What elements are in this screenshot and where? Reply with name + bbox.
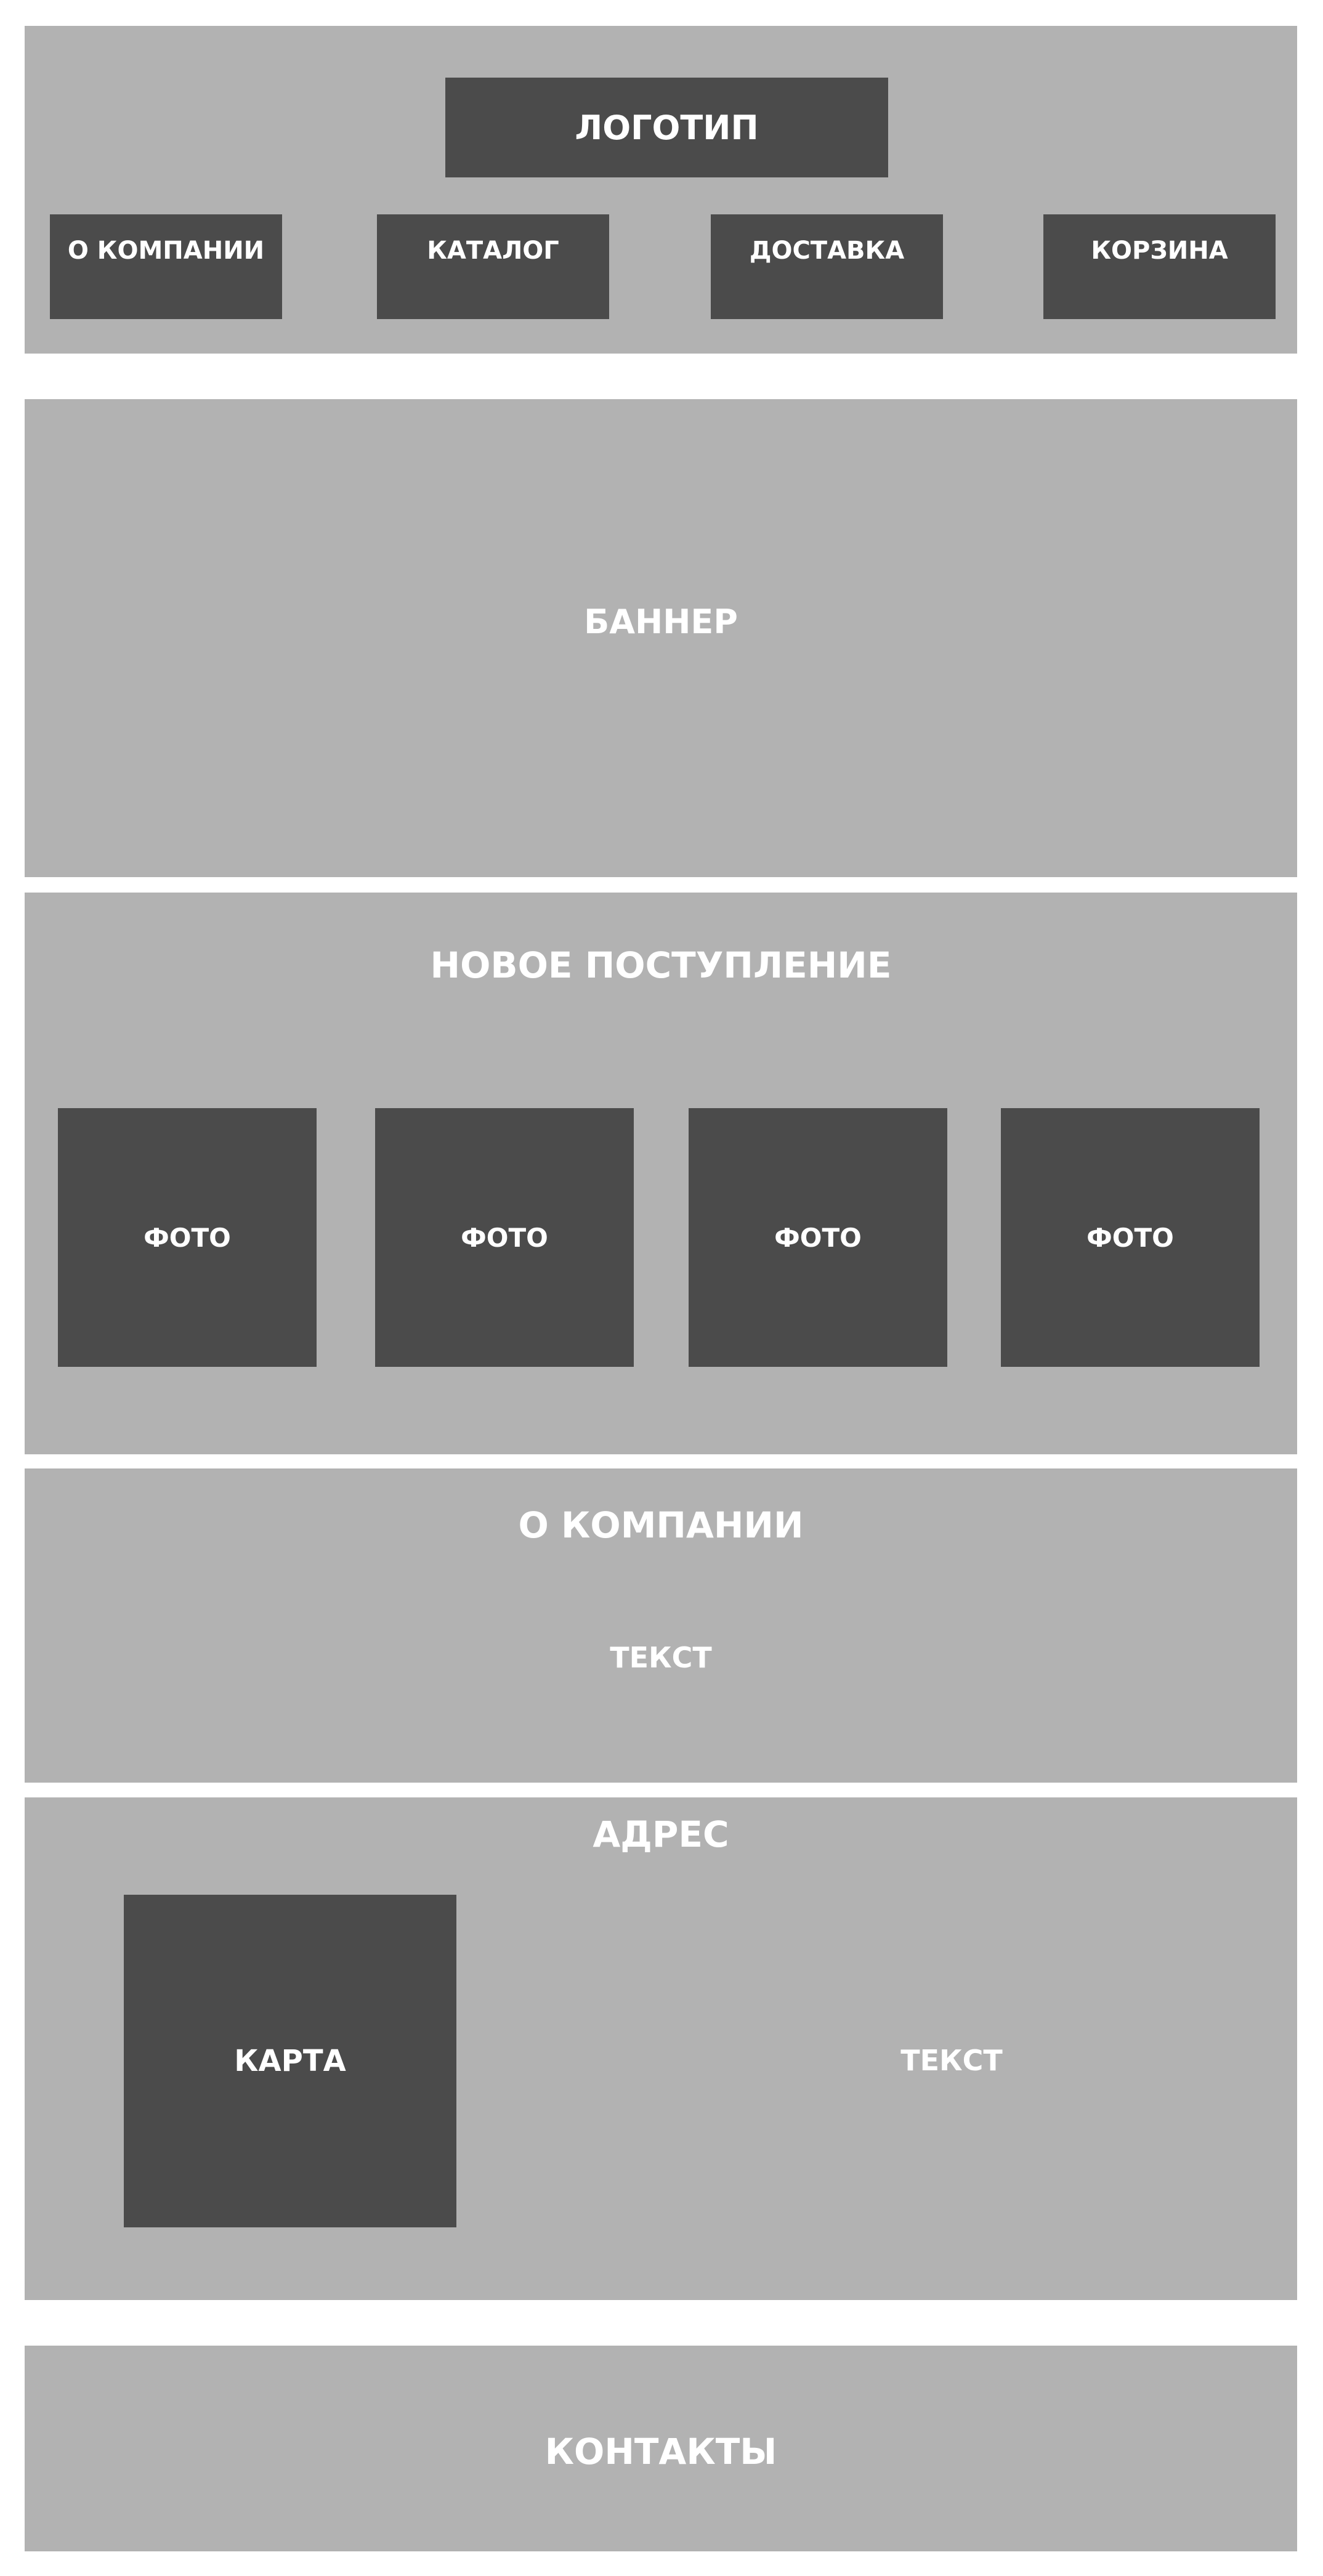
nav-item-about[interactable]: О КОМПАНИИ <box>50 214 282 319</box>
banner-label: БАННЕР <box>584 602 738 641</box>
nav-item-label: КАТАЛОГ <box>427 237 559 265</box>
section-title: АДРЕС <box>593 1813 729 1855</box>
new-arrivals-section: НОВОЕ ПОСТУПЛЕНИЕ ФОТО ФОТО ФОТО ФОТО <box>25 893 1297 1454</box>
contacts-section: КОНТАКТЫ <box>25 2346 1297 2551</box>
section-title: НОВОЕ ПОСТУПЛЕНИЕ <box>430 944 892 986</box>
nav-item-label: ДОСТАВКА <box>749 237 905 265</box>
product-photo[interactable]: ФОТО <box>689 1108 947 1367</box>
nav-item-delivery[interactable]: ДОСТАВКА <box>711 214 943 319</box>
product-photo[interactable]: ФОТО <box>1001 1108 1260 1367</box>
logo-label: ЛОГОТИП <box>575 108 759 147</box>
nav-item-catalog[interactable]: КАТАЛОГ <box>377 214 609 319</box>
logo[interactable]: ЛОГОТИП <box>445 78 888 177</box>
address-text: ТЕКСТ <box>900 2044 1003 2077</box>
photo-label: ФОТО <box>1086 1222 1174 1253</box>
photo-label: ФОТО <box>461 1222 548 1253</box>
product-photo[interactable]: ФОТО <box>375 1108 634 1367</box>
banner[interactable]: БАННЕР <box>25 399 1297 877</box>
nav-item-label: О КОМПАНИИ <box>67 237 265 265</box>
nav-item-cart[interactable]: КОРЗИНА <box>1043 214 1276 319</box>
product-photo[interactable]: ФОТО <box>58 1108 317 1367</box>
photo-label: ФОТО <box>144 1222 231 1253</box>
map-label: КАРТА <box>234 2044 346 2078</box>
about-section: О КОМПАНИИ ТЕКСТ <box>25 1468 1297 1783</box>
map[interactable]: КАРТА <box>124 1895 456 2227</box>
contacts-label: КОНТАКТЫ <box>544 2431 777 2473</box>
photo-label: ФОТО <box>774 1222 862 1253</box>
address-section: АДРЕС КАРТА ТЕКСТ <box>25 1797 1297 2300</box>
header-section: ЛОГОТИП О КОМПАНИИ КАТАЛОГ ДОСТАВКА КОРЗ… <box>25 26 1297 354</box>
about-text: ТЕКСТ <box>610 1641 712 1674</box>
section-title: О КОМПАНИИ <box>518 1504 804 1546</box>
nav-item-label: КОРЗИНА <box>1091 237 1228 265</box>
